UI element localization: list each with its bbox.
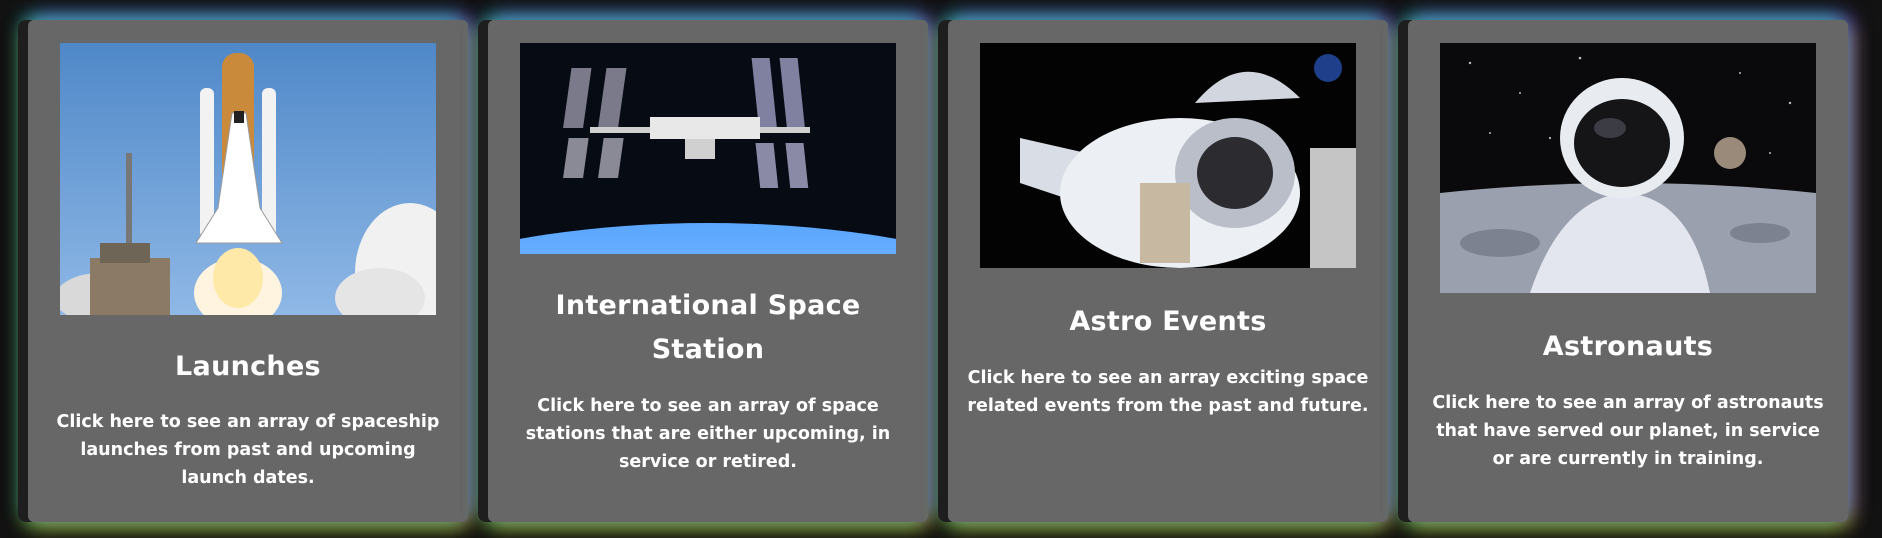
space-shuttle-launch-image [60, 43, 436, 315]
card-description: Click here to see an array of astronauts… [1432, 393, 1824, 469]
card-body[interactable]: Launches Click here to see an array of s… [28, 20, 468, 522]
card-title: Astronauts [1542, 331, 1714, 362]
card-body[interactable]: Astronauts Click here to see an array of… [1408, 20, 1848, 522]
card-description: Click here to see an array exciting spac… [967, 368, 1369, 416]
card-title: International Space Station [555, 290, 861, 365]
card-body[interactable]: Astro Events Click here to see an array … [948, 20, 1388, 522]
card-title: Launches [175, 351, 321, 382]
astronaut-moon-image [1440, 43, 1816, 293]
iss-image [520, 43, 896, 254]
card-international-space-station[interactable]: International Space Station Click here t… [478, 20, 928, 522]
card-description: Click here to see an array of space stat… [525, 396, 891, 472]
card-body[interactable]: International Space Station Click here t… [488, 20, 928, 522]
card-launches[interactable]: Launches Click here to see an array of s… [18, 20, 468, 522]
card-astro-events[interactable]: Astro Events Click here to see an array … [938, 20, 1388, 522]
card-description: Click here to see an array of spaceship … [56, 412, 440, 488]
card-astronauts[interactable]: Astronauts Click here to see an array of… [1398, 20, 1848, 522]
card-title: Astro Events [1069, 306, 1267, 337]
capsule-docking-image [980, 43, 1356, 268]
